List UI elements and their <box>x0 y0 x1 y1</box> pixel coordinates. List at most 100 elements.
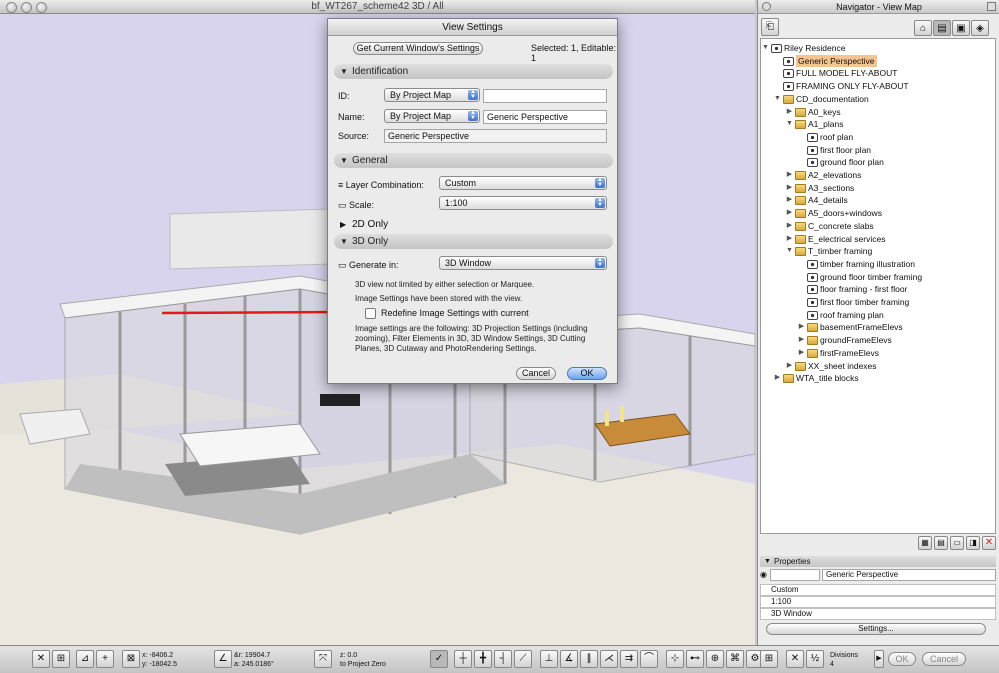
division-point-icon[interactable]: ⊹ <box>666 650 684 668</box>
disclosure-closed-icon[interactable]: ▶ <box>785 182 794 195</box>
z-coordinate[interactable]: z: 0.0 <box>340 651 357 660</box>
2d-only-section-header[interactable]: ▶ 2D Only <box>334 219 613 231</box>
ortho-icon[interactable]: ┤ <box>494 650 512 668</box>
tree-item[interactable]: roof framing plan <box>761 309 995 322</box>
tree-item[interactable]: ▶ E_electrical services <box>761 233 995 246</box>
tree-item[interactable]: first floor timber framing <box>761 296 995 309</box>
disclosure-closed-icon[interactable]: ▶ <box>773 372 782 385</box>
clone-view-icon[interactable]: ▤ <box>934 536 948 550</box>
toolbar-cancel-button[interactable]: Cancel <box>922 652 966 666</box>
snap-guide-icon[interactable]: ✓ <box>430 650 448 668</box>
zoom-extents-icon[interactable]: ⊞ <box>760 650 778 668</box>
identification-section-header[interactable]: ▼ Identification <box>334 64 613 79</box>
view-map-icon[interactable]: ▤ <box>933 20 951 36</box>
disclosure-closed-icon[interactable]: ▶ <box>785 207 794 220</box>
grid-lines-icon[interactable]: ┼ <box>454 650 472 668</box>
disclosure-open-icon[interactable]: ▼ <box>761 42 770 55</box>
layer-combination-popup[interactable]: Custom ▲ ▼ <box>439 176 607 190</box>
tree-item[interactable]: ▼ Riley Residence <box>761 42 995 55</box>
view-map-tree[interactable]: ▼ Riley Residence Generic Perspective FULL … <box>760 38 996 534</box>
tree-item[interactable]: ▼ A1_plans <box>761 118 995 131</box>
layout-book-icon[interactable]: ▣ <box>952 20 970 36</box>
disclosure-closed-icon[interactable]: ▶ <box>785 360 794 373</box>
grid-snap-icon[interactable]: ⊞ <box>52 650 70 668</box>
properties-name-field[interactable]: Generic Perspective <box>822 569 996 581</box>
a-coordinate[interactable]: a: 245.0186° <box>234 660 274 669</box>
divisions-menu-icon[interactable]: ▶ <box>874 650 884 668</box>
toolbar-ok-button[interactable]: OK <box>888 652 916 666</box>
tree-item[interactable]: ▶ A3_sections <box>761 182 995 195</box>
x-coordinate[interactable]: x: -8406.2 <box>142 651 173 660</box>
ok-button[interactable]: OK <box>567 367 607 380</box>
half-icon[interactable]: ½ <box>806 650 824 668</box>
settings-button[interactable]: Settings... <box>766 623 986 635</box>
disclosure-closed-icon[interactable]: ▶ <box>797 321 806 334</box>
tree-item[interactable]: ground floor timber framing <box>761 271 995 284</box>
tree-item[interactable]: ▶ WTA_title blocks <box>761 372 995 385</box>
tree-item[interactable]: ▼ CD_documentation <box>761 93 995 106</box>
disclosure-closed-icon[interactable]: ▶ <box>785 169 794 182</box>
tree-item[interactable]: ▼ T_timber framing <box>761 245 995 258</box>
tree-item[interactable]: ▶ A2_elevations <box>761 169 995 182</box>
tree-item[interactable]: ▶ XX_sheet indexes <box>761 360 995 373</box>
zoom-window-icon[interactable] <box>36 2 47 13</box>
new-folder-icon[interactable]: ▭ <box>950 536 964 550</box>
special-snap-icon[interactable]: ⊕ <box>706 650 724 668</box>
tree-item[interactable]: ▶ C_concrete slabs <box>761 220 995 233</box>
disclosure-open-icon[interactable]: ▼ <box>773 93 782 106</box>
properties-header[interactable]: ▼ Properties <box>760 556 996 567</box>
divisions-value[interactable]: 4 <box>830 660 834 669</box>
cancel-input-icon[interactable]: ✕ <box>32 650 50 668</box>
tree-item[interactable]: ▶ firstFrameElevs <box>761 347 995 360</box>
tree-item[interactable]: roof plan <box>761 131 995 144</box>
tree-item[interactable]: ▶ groundFrameElevs <box>761 334 995 347</box>
cancel-button[interactable]: Cancel <box>516 367 556 380</box>
z-reference[interactable]: to Project Zero <box>340 660 386 669</box>
id-field[interactable] <box>483 89 607 103</box>
disclosure-closed-icon[interactable]: ▶ <box>797 347 806 360</box>
tree-item[interactable]: FULL MODEL FLY-ABOUT <box>761 67 995 80</box>
polar-coord-icon[interactable]: ∠ <box>214 650 232 668</box>
exclusive-snap-icon[interactable]: ✕ <box>786 650 804 668</box>
properties-scale-row[interactable]: 1:100 <box>760 596 996 608</box>
project-map-icon[interactable]: ⌂ <box>914 20 932 36</box>
tree-item[interactable]: ▶ A4_details <box>761 194 995 207</box>
redefine-image-settings-label[interactable]: Redefine Image Settings with current <box>381 308 529 318</box>
general-section-header[interactable]: ▼ General <box>334 153 613 168</box>
navigator-options-icon[interactable]: ⎗ <box>761 18 779 36</box>
collapse-palette-icon[interactable] <box>987 2 996 11</box>
diagonal-icon[interactable]: ⟋ <box>514 650 532 668</box>
tree-item[interactable]: ▶ basementFrameElevs <box>761 321 995 334</box>
disclosure-closed-icon[interactable]: ▶ <box>785 233 794 246</box>
angle-icon[interactable]: ∡ <box>560 650 578 668</box>
perpendicular-icon[interactable]: ⊥ <box>540 650 558 668</box>
delete-icon[interactable]: ✕ <box>982 536 996 550</box>
minimize-window-icon[interactable] <box>21 2 32 13</box>
properties-id-field[interactable] <box>770 569 820 581</box>
parallel-icon[interactable]: ∥ <box>580 650 598 668</box>
generate-in-popup[interactable]: 3D Window ▲ ▼ <box>439 256 607 270</box>
r-coordinate[interactable]: &r: 19904.7 <box>234 651 270 660</box>
relative-constraint-icon[interactable]: ⊿ <box>76 650 94 668</box>
cross-grid-icon[interactable]: ╋ <box>474 650 492 668</box>
absolute-coord-icon[interactable]: ⊠ <box>122 650 140 668</box>
tree-item[interactable]: first floor plan <box>761 144 995 157</box>
scale-popup[interactable]: 1:100 ▲ ▼ <box>439 196 607 210</box>
disclosure-closed-icon[interactable]: ▶ <box>785 106 794 119</box>
3d-only-section-header[interactable]: ▼ 3D Only <box>334 234 613 249</box>
y-coordinate[interactable]: y: -18042.5 <box>142 660 177 669</box>
add-point-icon[interactable]: + <box>96 650 114 668</box>
name-popup[interactable]: By Project Map ▲ ▼ <box>384 109 480 123</box>
close-palette-icon[interactable] <box>762 2 771 11</box>
tree-item[interactable]: floor framing - first floor <box>761 283 995 296</box>
tree-item[interactable]: ground floor plan <box>761 156 995 169</box>
tree-item[interactable]: Generic Perspective <box>761 54 995 68</box>
tree-item[interactable]: ▶ A5_doors+windows <box>761 207 995 220</box>
magic-wand-icon[interactable]: ⌘ <box>726 650 744 668</box>
view-settings-icon[interactable]: ◨ <box>966 536 980 550</box>
midpoint-icon[interactable]: ⊷ <box>686 650 704 668</box>
disclosure-open-icon[interactable]: ▼ <box>785 245 794 258</box>
properties-layer-row[interactable]: Custom <box>760 584 996 596</box>
offset-icon[interactable]: ⇉ <box>620 650 638 668</box>
disclosure-closed-icon[interactable]: ▶ <box>785 220 794 233</box>
